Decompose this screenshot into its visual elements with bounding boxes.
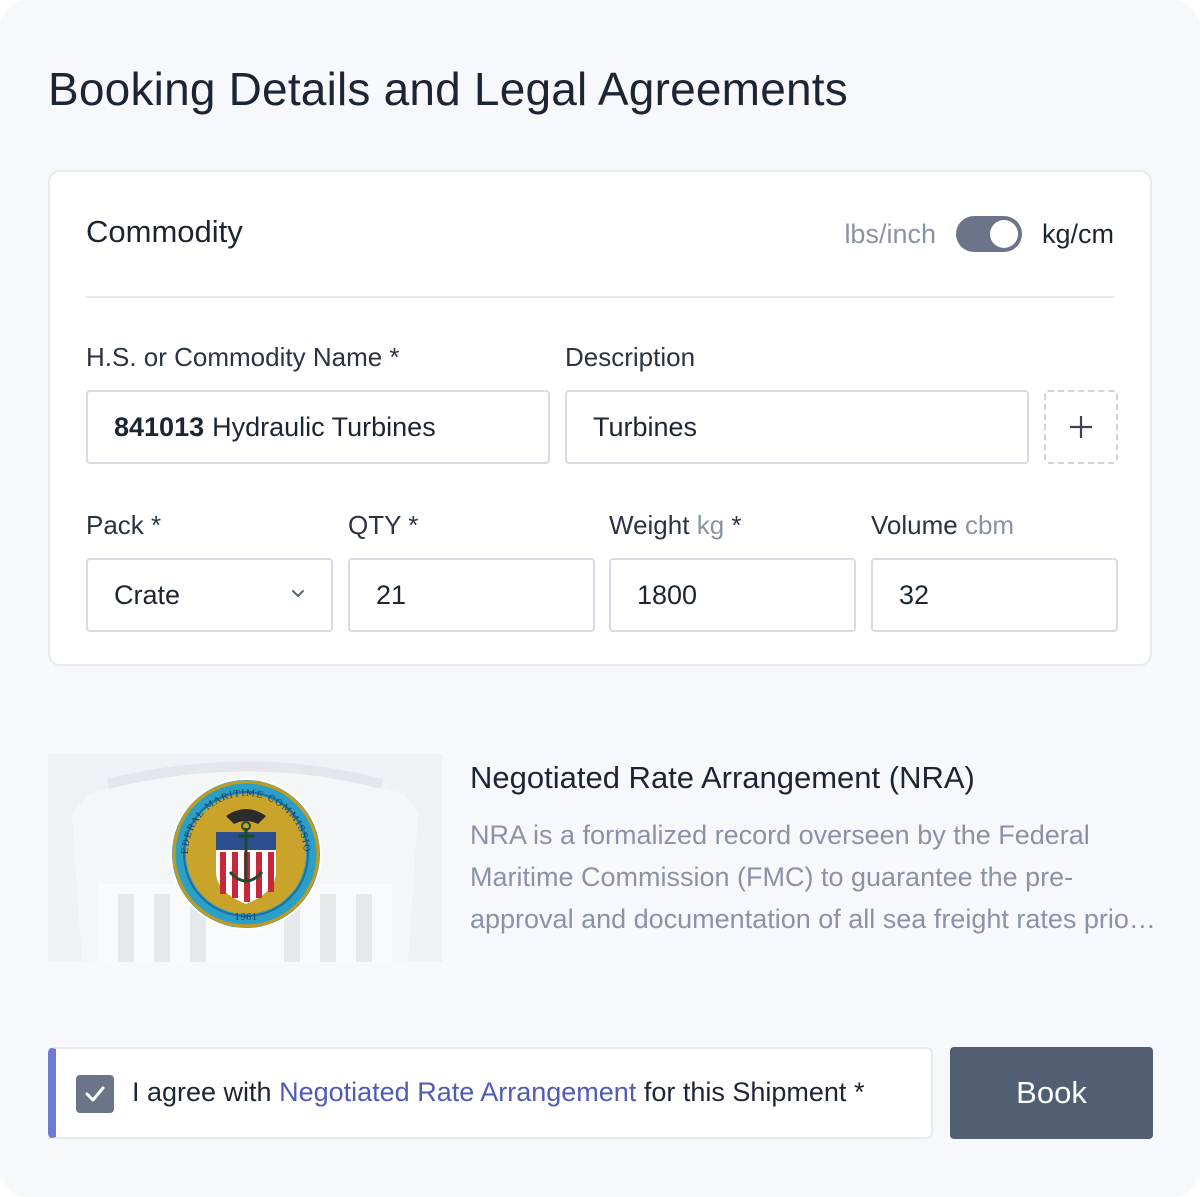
qty-input[interactable]: 21: [348, 558, 595, 632]
commodity-card: Commodity lbs/inch kg/cm H.S. or Commodi…: [48, 170, 1152, 666]
switch-knob: [989, 220, 1018, 248]
unit-label-metric[interactable]: kg/cm: [1042, 219, 1114, 250]
pack-select[interactable]: Crate: [86, 558, 333, 632]
volume-label: Volume cbm: [871, 510, 1014, 541]
agreement-box: I agree with Negotiated Rate Arrangement…: [48, 1047, 933, 1139]
unit-switch[interactable]: [955, 216, 1022, 252]
qty-label: QTY *: [348, 510, 419, 540]
unit-toggle: lbs/inch kg/cm: [844, 214, 1114, 254]
commodity-title: Commodity: [86, 214, 243, 249]
volume-unit: cbm: [964, 510, 1015, 540]
qty-value: 21: [376, 579, 407, 610]
fmc-seal-illustration: FEDERAL MARITIME COMMISSION 1961: [48, 754, 418, 962]
agreement-text: I agree with Negotiated Rate Arrangement…: [132, 1077, 864, 1108]
plus-icon: [1070, 416, 1092, 438]
volume-input[interactable]: 32: [871, 558, 1118, 632]
booking-page: Booking Details and Legal Agreements Com…: [0, 0, 1200, 1197]
description-value: Turbines: [593, 411, 698, 442]
page-title: Booking Details and Legal Agreements: [48, 63, 848, 115]
add-description-button[interactable]: [1044, 390, 1118, 464]
volume-label-text: Volume: [871, 510, 958, 540]
agreement-checkbox[interactable]: [76, 1075, 114, 1113]
hs-code: 841013: [114, 411, 205, 442]
weight-required: *: [731, 510, 742, 540]
weight-input[interactable]: 1800: [609, 558, 856, 632]
description-input[interactable]: Turbines: [565, 390, 1029, 464]
check-icon: [85, 1086, 105, 1102]
description-label: Description: [565, 342, 696, 372]
hs-input[interactable]: 841013 Hydraulic Turbines: [86, 390, 550, 464]
nra-title: Negotiated Rate Arrangement (NRA): [470, 760, 975, 795]
nra-link[interactable]: Negotiated Rate Arrangement: [279, 1077, 636, 1107]
hs-name: Hydraulic Turbines: [212, 411, 436, 442]
weight-value: 1800: [637, 579, 698, 610]
chevron-down-icon: [292, 590, 304, 597]
nra-description: NRA is a formalized record overseen by t…: [470, 820, 1138, 934]
pack-label: Pack *: [86, 510, 162, 540]
seal-year: 1961: [235, 913, 258, 923]
fmc-seal-image: FEDERAL MARITIME COMMISSION 1961: [48, 754, 442, 962]
hs-label: H.S. or Commodity Name *: [86, 342, 400, 372]
volume-value: 32: [899, 579, 930, 610]
weight-label-text: Weight: [609, 510, 690, 540]
agreement-suffix: for this Shipment *: [643, 1077, 865, 1107]
weight-unit: kg: [696, 510, 725, 540]
weight-label: Weight kg *: [609, 510, 742, 541]
unit-label-imperial[interactable]: lbs/inch: [844, 219, 936, 250]
pack-value: Crate: [114, 579, 181, 610]
book-button[interactable]: Book: [950, 1047, 1153, 1139]
agreement-prefix: I agree with: [132, 1077, 272, 1107]
card-divider: [86, 296, 1114, 298]
